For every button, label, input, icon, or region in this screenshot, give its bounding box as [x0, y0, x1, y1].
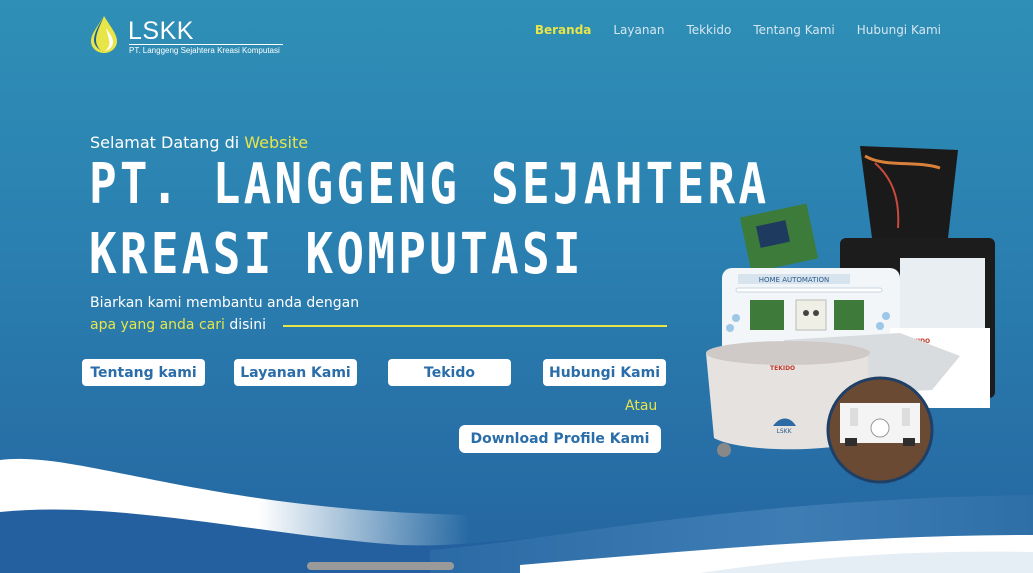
- horizontal-scrollbar[interactable]: [307, 562, 454, 570]
- product-image: HOME AUTOMATION TEKIDO LSKK TEKIDO LSKK: [706, 146, 995, 484]
- tekido-button[interactable]: Tekido: [388, 359, 511, 386]
- logo-title: LSKK: [128, 17, 194, 45]
- nav-beranda[interactable]: Beranda: [535, 23, 592, 37]
- description-underline: [283, 325, 667, 327]
- nav-hubungi-kami[interactable]: Hubungi Kami: [857, 23, 941, 37]
- nav-tentang-kami[interactable]: Tentang Kami: [753, 23, 834, 37]
- hero-title: PT. LANGGENG SEJAHTERA KREASI KOMPUTASI: [89, 150, 769, 290]
- water-drop-logo-icon: [91, 16, 117, 53]
- layanan-kami-button[interactable]: Layanan Kami: [234, 359, 357, 386]
- logo[interactable]: LSKK PT. Langgeng Sejahtera Kreasi Kompu…: [88, 14, 298, 58]
- nav-layanan[interactable]: Layanan: [613, 23, 664, 37]
- or-text: Atau: [625, 398, 658, 414]
- landing-page: LSKK PT. Langgeng Sejahtera Kreasi Kompu…: [0, 0, 1033, 573]
- hero-description-line-2: apa yang anda cari disini: [90, 317, 266, 333]
- logo-subtitle: PT. Langgeng Sejahtera Kreasi Komputasi: [129, 46, 280, 55]
- hero-description-line-1: Biarkan kami membantu anda dengan: [90, 295, 360, 311]
- nav-tekkido[interactable]: Tekkido: [686, 23, 731, 37]
- panel-label: HOME AUTOMATION: [759, 276, 830, 284]
- decorative-waves: [0, 458, 1033, 573]
- hero-title-line-2: KREASI KOMPUTASI: [89, 222, 584, 287]
- logo-divider: [129, 44, 283, 45]
- description-highlight: apa yang anda cari: [90, 317, 225, 333]
- hubungi-kami-button[interactable]: Hubungi Kami: [543, 359, 666, 386]
- tentang-kami-button[interactable]: Tentang kami: [82, 359, 205, 386]
- brand-label-2b: LSKK: [776, 428, 792, 435]
- hero-title-line-1: PT. LANGGENG SEJAHTERA: [89, 152, 770, 217]
- brand-label-1b: TEKIDO: [770, 365, 795, 372]
- description-rest: disini: [229, 317, 267, 333]
- main-nav: Beranda Layanan Tekkido Tentang Kami Hub…: [535, 23, 941, 37]
